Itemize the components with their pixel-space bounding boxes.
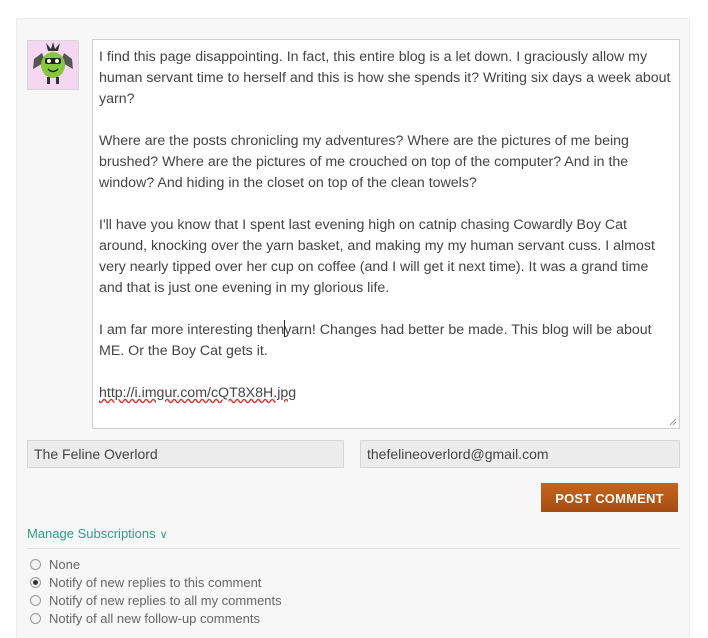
user-avatar [27, 40, 79, 90]
name-input[interactable]: The Feline Overlord [27, 440, 344, 468]
post-comment-button[interactable]: POST COMMENT [541, 483, 678, 512]
subscription-option-none[interactable]: None [30, 557, 80, 573]
comment-paragraph-1: I find this page disappointing. In fact,… [99, 49, 671, 107]
text-before-caret: I am far more interesting then [99, 322, 285, 338]
subscription-option-label: Notify of new replies to all my comments [49, 593, 282, 608]
subscription-option-label: Notify of all new follow-up comments [49, 611, 260, 626]
comment-link: http://i.imgur.com/cQT8X8H.jpg [99, 385, 297, 401]
comment-textarea[interactable]: I find this page disappointing. In fact,… [92, 39, 680, 429]
subscription-option-replies-all[interactable]: Notify of new replies to all my comments [30, 593, 282, 609]
radio-button[interactable] [30, 595, 41, 606]
subscription-option-replies-this[interactable]: Notify of new replies to this comment [30, 575, 261, 591]
comment-paragraph-2: Where are the posts chronicling my adven… [99, 133, 629, 191]
subscription-option-label: Notify of new replies to this comment [49, 575, 262, 590]
comment-paragraph-4: I am far more interesting thenyarn! Chan… [99, 320, 672, 362]
manage-subscriptions-toggle[interactable]: Manage Subscriptions ∨ [27, 526, 168, 541]
green-bat-monster-avatar-icon [33, 42, 73, 84]
resize-handle-icon[interactable] [669, 418, 677, 426]
radio-button[interactable] [30, 613, 41, 624]
subscription-option-label: None [49, 557, 81, 572]
manage-subscriptions-label: Manage Subscriptions [27, 526, 156, 541]
radio-button-selected[interactable] [30, 577, 41, 588]
subscription-option-follow-up[interactable]: Notify of all new follow-up comments [30, 611, 260, 627]
divider [27, 548, 680, 549]
comment-paragraph-3: I'll have you know that I spent last eve… [99, 217, 655, 296]
chevron-down-icon: ∨ [159, 529, 168, 541]
comment-link-paragraph: http://i.imgur.com/cQT8X8H.jpg [99, 383, 672, 404]
radio-button[interactable] [30, 559, 41, 570]
email-input[interactable]: thefelineoverlord@gmail.com [360, 440, 680, 468]
